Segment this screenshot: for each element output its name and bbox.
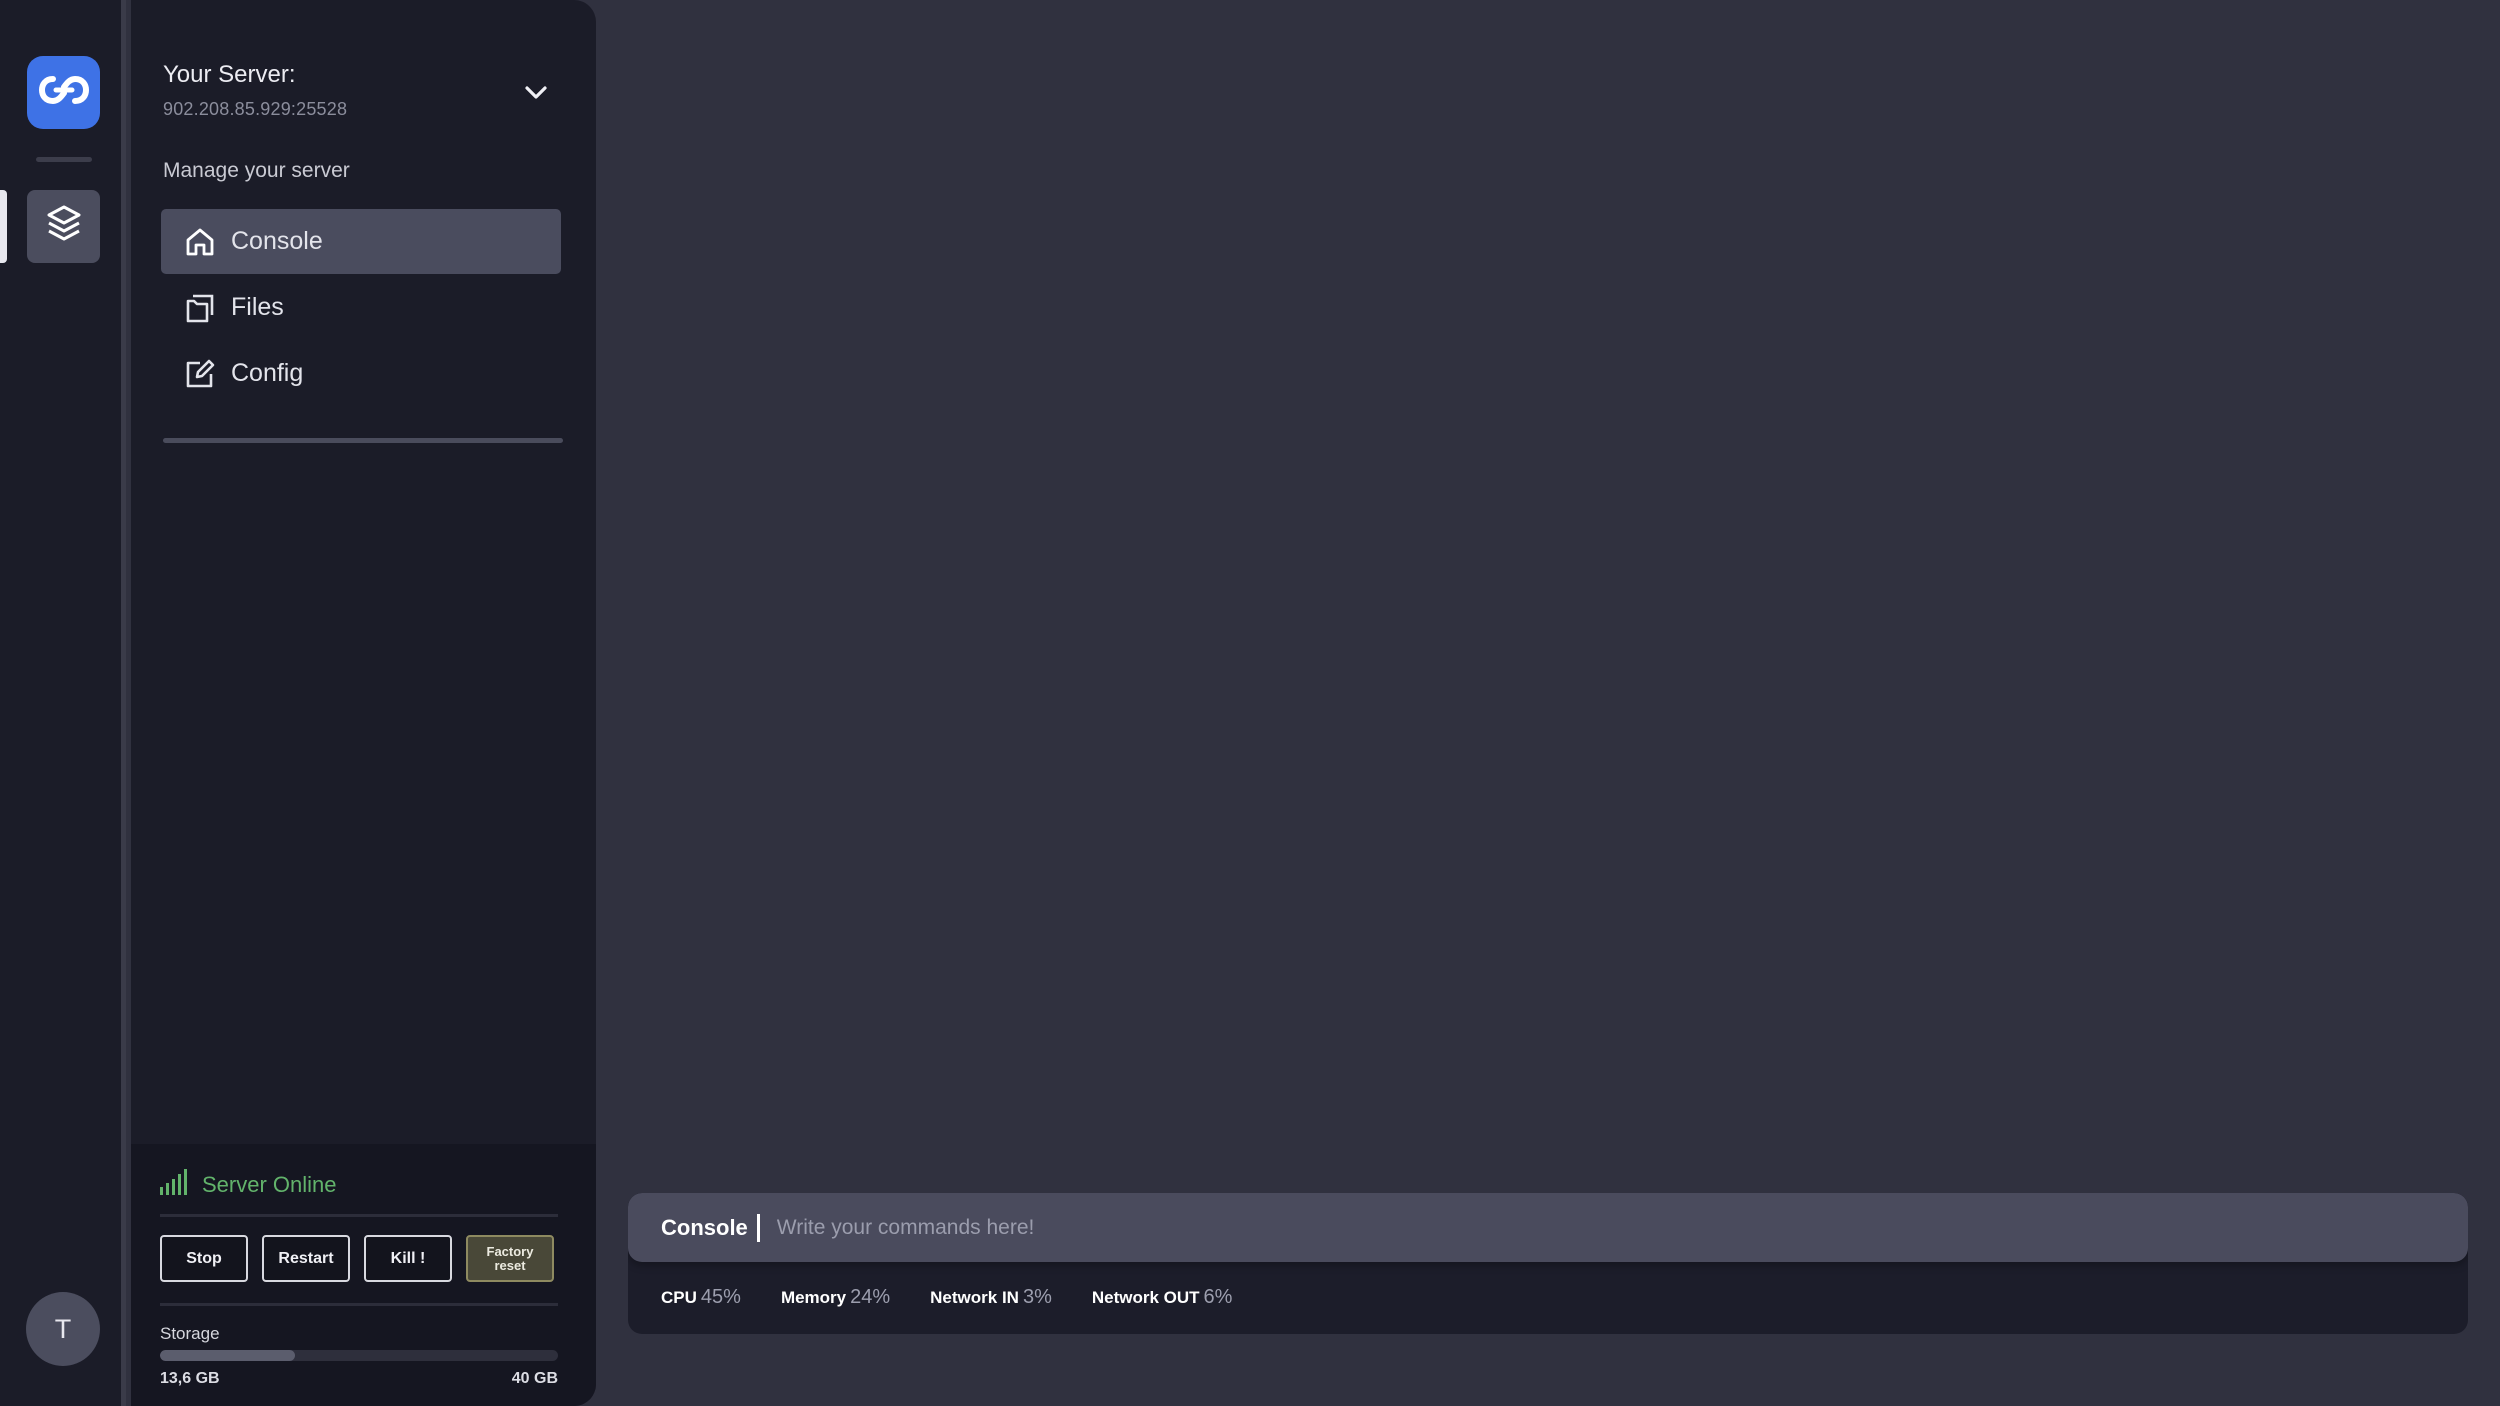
nav-divider bbox=[163, 438, 563, 443]
metric-value: 24% bbox=[850, 1286, 891, 1308]
metric-label: CPU bbox=[661, 1288, 697, 1307]
manage-label: Manage your server bbox=[163, 159, 350, 182]
kill-button[interactable]: Kill ! bbox=[364, 1235, 452, 1282]
metric-value: 45% bbox=[700, 1286, 741, 1308]
nav-item-label: Files bbox=[231, 293, 284, 321]
storage-total: 40 GB bbox=[511, 1370, 558, 1387]
factory-reset-line1: Factory bbox=[486, 1243, 534, 1259]
server-selector[interactable]: Your Server: 902.208.85.929:25528 bbox=[163, 61, 347, 120]
metric-label: Memory bbox=[780, 1288, 847, 1307]
metric-label: Network OUT bbox=[1091, 1288, 1200, 1307]
nav-item-files[interactable]: Files bbox=[161, 275, 561, 340]
console-input[interactable] bbox=[774, 1214, 2468, 1241]
factory-reset-button[interactable]: Factory reset bbox=[466, 1235, 554, 1282]
active-indicator bbox=[0, 190, 7, 263]
console-bar: Console bbox=[628, 1193, 2468, 1262]
nav-item-config[interactable]: Config bbox=[161, 341, 561, 406]
files-icon bbox=[183, 291, 217, 325]
metric-cpu: CPU 45% bbox=[661, 1286, 741, 1309]
storage-bar bbox=[160, 1350, 558, 1361]
divider bbox=[160, 1303, 558, 1306]
metric-memory: Memory 24% bbox=[781, 1286, 890, 1309]
metric-network-in: Network IN 3% bbox=[930, 1286, 1052, 1309]
storage-bar-fill bbox=[160, 1350, 296, 1361]
factory-reset-line2: reset bbox=[494, 1257, 526, 1273]
server-address: 902.208.85.929:25528 bbox=[163, 99, 348, 119]
layers-icon bbox=[46, 204, 82, 249]
server-status-box: Server Online Stop Restart Kill ! Factor… bbox=[131, 1144, 596, 1406]
nav-item-label: Console bbox=[231, 227, 323, 255]
metric-network-out: Network OUT 6% bbox=[1092, 1286, 1233, 1309]
metric-value: 6% bbox=[1203, 1286, 1233, 1308]
server-status: Server Online bbox=[160, 1169, 337, 1201]
stop-button[interactable]: Stop bbox=[160, 1235, 248, 1282]
text-caret bbox=[756, 1213, 760, 1242]
server-title: Your Server: bbox=[163, 61, 296, 88]
console-label: Console bbox=[661, 1214, 748, 1240]
metric-value: 3% bbox=[1022, 1286, 1052, 1308]
avatar-initial: T bbox=[54, 1313, 72, 1344]
chevron-down-icon[interactable] bbox=[521, 78, 551, 108]
servers-nav-button[interactable] bbox=[27, 190, 100, 263]
edit-icon bbox=[183, 357, 217, 391]
rail-divider bbox=[36, 157, 92, 162]
divider bbox=[160, 1214, 558, 1217]
signal-bars-icon bbox=[160, 1169, 188, 1201]
resource-metrics: CPU 45% Memory 24% Network IN 3% Network OU… bbox=[661, 1286, 1232, 1309]
manage-nav: Console Files Config bbox=[161, 209, 561, 407]
metric-label: Network IN bbox=[930, 1288, 1019, 1307]
infinity-link-icon bbox=[38, 73, 89, 112]
server-controls: Stop Restart Kill ! Factory reset bbox=[160, 1235, 554, 1282]
app-logo[interactable] bbox=[27, 56, 100, 129]
server-panel: Your Server: 902.208.85.929:25528 Manage… bbox=[131, 0, 596, 1406]
console-card: Console CPU45% Memory24% Network IN3% Ne… bbox=[628, 1193, 2468, 1334]
nav-item-console[interactable]: Console bbox=[161, 209, 561, 274]
storage-label: Storage bbox=[160, 1324, 220, 1343]
nav-item-label: Config bbox=[231, 359, 304, 387]
storage-used: 13,6 GB bbox=[160, 1370, 220, 1387]
avatar[interactable]: T bbox=[26, 1292, 100, 1366]
home-icon bbox=[183, 225, 217, 259]
server-status-text: Server Online bbox=[202, 1172, 337, 1197]
sidebar-rail: T bbox=[0, 0, 126, 1406]
restart-button[interactable]: Restart bbox=[262, 1235, 350, 1282]
